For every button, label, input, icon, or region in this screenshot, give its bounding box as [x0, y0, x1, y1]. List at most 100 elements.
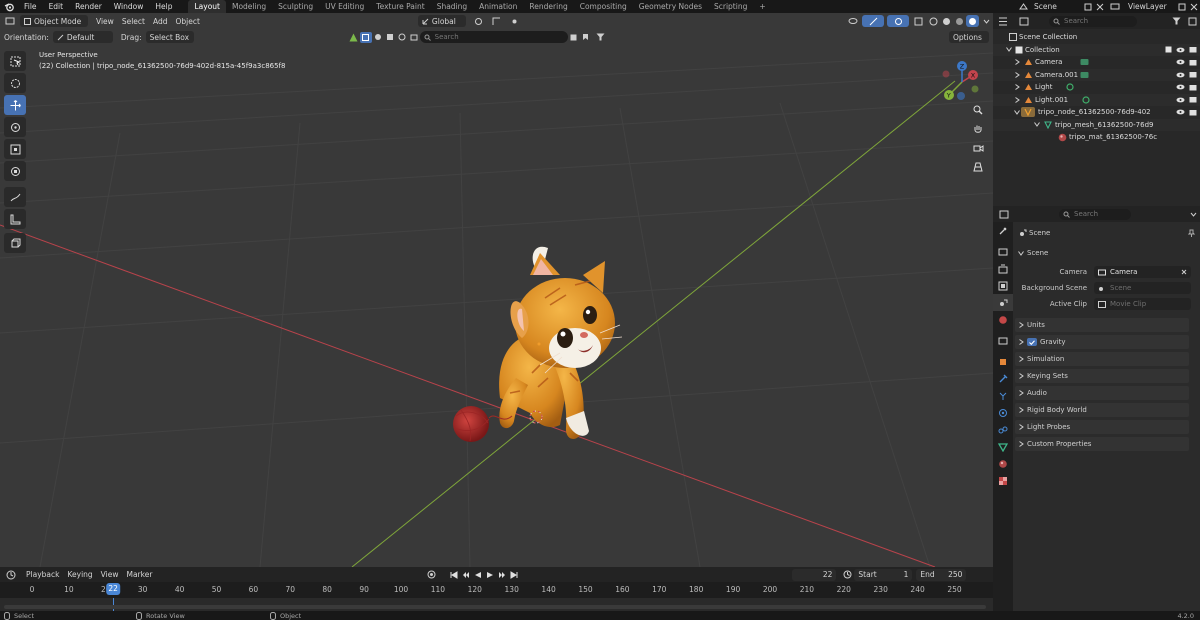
- snap-icon[interactable]: [488, 17, 506, 26]
- light-probes-panel[interactable]: Light Probes: [1015, 420, 1189, 434]
- workspace-tab-modeling[interactable]: Modeling: [226, 0, 272, 13]
- scene-tab-icon[interactable]: [993, 294, 1013, 311]
- workspace-tab-uv-editing[interactable]: UV Editing: [319, 0, 370, 13]
- outliner-row-camera[interactable]: Camera: [993, 56, 1200, 69]
- workspace-tab-animation[interactable]: Animation: [473, 0, 523, 13]
- orientation-setting-dropdown[interactable]: Default: [52, 31, 113, 43]
- measure-tool[interactable]: [4, 209, 26, 229]
- pan-hand-icon[interactable]: [969, 120, 987, 138]
- filter-sphere-icon[interactable]: [372, 33, 384, 41]
- outliner-row-tripo-node[interactable]: tripo_node_61362500-76d9-402: [993, 106, 1200, 119]
- camera-data-icon[interactable]: [1078, 71, 1090, 79]
- timeline-menu-keying[interactable]: Keying: [63, 570, 96, 579]
- 3d-viewport[interactable]: Object Mode View Select Add Object Globa…: [0, 13, 993, 567]
- playhead-frame-indicator[interactable]: 22: [106, 583, 120, 595]
- eye-icon[interactable]: [1174, 84, 1186, 90]
- render-camera-icon[interactable]: [1186, 59, 1200, 66]
- timeline-menu-playback[interactable]: Playback: [22, 570, 63, 579]
- outliner-search-field[interactable]: Search: [1049, 15, 1137, 27]
- display-mode-icon[interactable]: [1013, 17, 1035, 26]
- select-box-tool[interactable]: [4, 51, 26, 71]
- outliner-row-collection[interactable]: Collection: [993, 43, 1200, 56]
- camera-data-icon[interactable]: [1078, 58, 1090, 66]
- chevron-down-icon[interactable]: [993, 122, 1041, 128]
- material-tab-icon[interactable]: [993, 455, 1013, 472]
- menu-view[interactable]: View: [92, 17, 118, 26]
- view-layer-icon[interactable]: [1106, 2, 1124, 11]
- world-tab-icon[interactable]: [993, 311, 1013, 328]
- constraints-tab-icon[interactable]: [993, 421, 1013, 438]
- render-camera-icon[interactable]: [1186, 84, 1200, 91]
- jump-keyframe-forward-icon[interactable]: [496, 571, 508, 579]
- camera-property-field[interactable]: Camera: [1094, 266, 1191, 278]
- render-camera-icon[interactable]: [1186, 96, 1200, 103]
- rigid-body-world-panel[interactable]: Rigid Body World: [1015, 403, 1189, 417]
- use-preview-range-icon[interactable]: [840, 570, 854, 579]
- wireframe-shading-icon[interactable]: [927, 17, 940, 26]
- add-cube-tool[interactable]: [4, 233, 26, 253]
- chevron-down-icon[interactable]: [993, 109, 1021, 115]
- camera-view-icon[interactable]: [969, 139, 987, 157]
- timeline-ruler[interactable]: 0102030405060708090100110120130140150160…: [0, 582, 993, 598]
- collapse-icon[interactable]: [568, 34, 580, 41]
- render-camera-icon[interactable]: [1186, 71, 1200, 78]
- current-frame-field[interactable]: 22: [792, 568, 837, 581]
- chevron-down-icon[interactable]: [993, 47, 1013, 53]
- record-icon[interactable]: [424, 570, 438, 579]
- new-collection-icon[interactable]: [1184, 17, 1200, 26]
- bookmark-icon[interactable]: [580, 33, 592, 41]
- outliner-editor-type-icon[interactable]: [993, 17, 1013, 26]
- transform-orientation-dropdown[interactable]: Global: [417, 15, 466, 27]
- workspace-tab-rendering[interactable]: Rendering: [523, 0, 573, 13]
- timeline-menu-marker[interactable]: Marker: [122, 570, 156, 579]
- clear-field-icon[interactable]: [1181, 269, 1187, 275]
- material-preview-shading-icon[interactable]: [953, 17, 966, 26]
- rendered-shading-icon[interactable]: [966, 15, 979, 27]
- outliner-row-scene-collection[interactable]: Scene Collection: [993, 31, 1200, 44]
- outliner-row-light[interactable]: Light: [993, 81, 1200, 94]
- filter-world-icon[interactable]: [396, 33, 408, 41]
- view-layer-name[interactable]: ViewLayer: [1124, 2, 1176, 11]
- scene-panel-header[interactable]: Scene: [1015, 246, 1189, 260]
- properties-options-icon[interactable]: [1186, 212, 1200, 217]
- output-tab-icon[interactable]: [993, 260, 1013, 277]
- scene-icon[interactable]: [1016, 2, 1030, 11]
- workspace-tab-texture-paint[interactable]: Texture Paint: [370, 0, 430, 13]
- mode-dropdown[interactable]: Object Mode: [20, 15, 88, 27]
- outliner-filter-icon[interactable]: [1168, 17, 1184, 25]
- light-data-icon[interactable]: [1080, 96, 1092, 104]
- play-reverse-icon[interactable]: [472, 571, 484, 579]
- simulation-panel[interactable]: Simulation: [1015, 352, 1189, 366]
- jump-keyframe-back-icon[interactable]: [460, 571, 472, 579]
- viewport-canvas[interactable]: [0, 13, 993, 567]
- overlay-toggle-icon[interactable]: [887, 15, 909, 27]
- filter-image-icon[interactable]: [384, 33, 396, 41]
- workspace-tab-scripting[interactable]: Scripting: [708, 0, 753, 13]
- visibility-icon[interactable]: [844, 17, 862, 25]
- gizmo-toggle-icon[interactable]: [862, 15, 884, 27]
- rotate-tool[interactable]: [4, 117, 26, 137]
- end-frame-field[interactable]: End 250: [916, 568, 967, 581]
- viewport-search-field[interactable]: Search: [419, 31, 568, 43]
- new-scene-icon[interactable]: [1082, 3, 1094, 11]
- active-clip-field[interactable]: Movie Clip: [1094, 298, 1191, 310]
- shading-options-icon[interactable]: [979, 19, 993, 24]
- zoom-icon[interactable]: [969, 101, 987, 119]
- menu-render[interactable]: Render: [69, 2, 108, 11]
- properties-search-field[interactable]: Search: [1059, 208, 1131, 220]
- render-tab-icon[interactable]: [993, 243, 1013, 260]
- physics-tab-icon[interactable]: [993, 404, 1013, 421]
- menu-object[interactable]: Object: [171, 17, 203, 26]
- eye-icon[interactable]: [1174, 59, 1186, 65]
- eye-icon[interactable]: [1174, 109, 1186, 115]
- custom-properties-panel[interactable]: Custom Properties: [1015, 437, 1189, 451]
- menu-edit[interactable]: Edit: [43, 2, 70, 11]
- eye-icon[interactable]: [1174, 72, 1186, 78]
- proportional-edit-icon[interactable]: [506, 17, 524, 26]
- delete-view-layer-icon[interactable]: [1188, 3, 1200, 11]
- modifier-tab-icon[interactable]: [993, 370, 1013, 387]
- cat-model[interactable]: [499, 246, 623, 439]
- blender-logo-icon[interactable]: [0, 2, 18, 12]
- add-workspace-button[interactable]: +: [753, 0, 771, 13]
- pin-icon[interactable]: [1185, 229, 1197, 237]
